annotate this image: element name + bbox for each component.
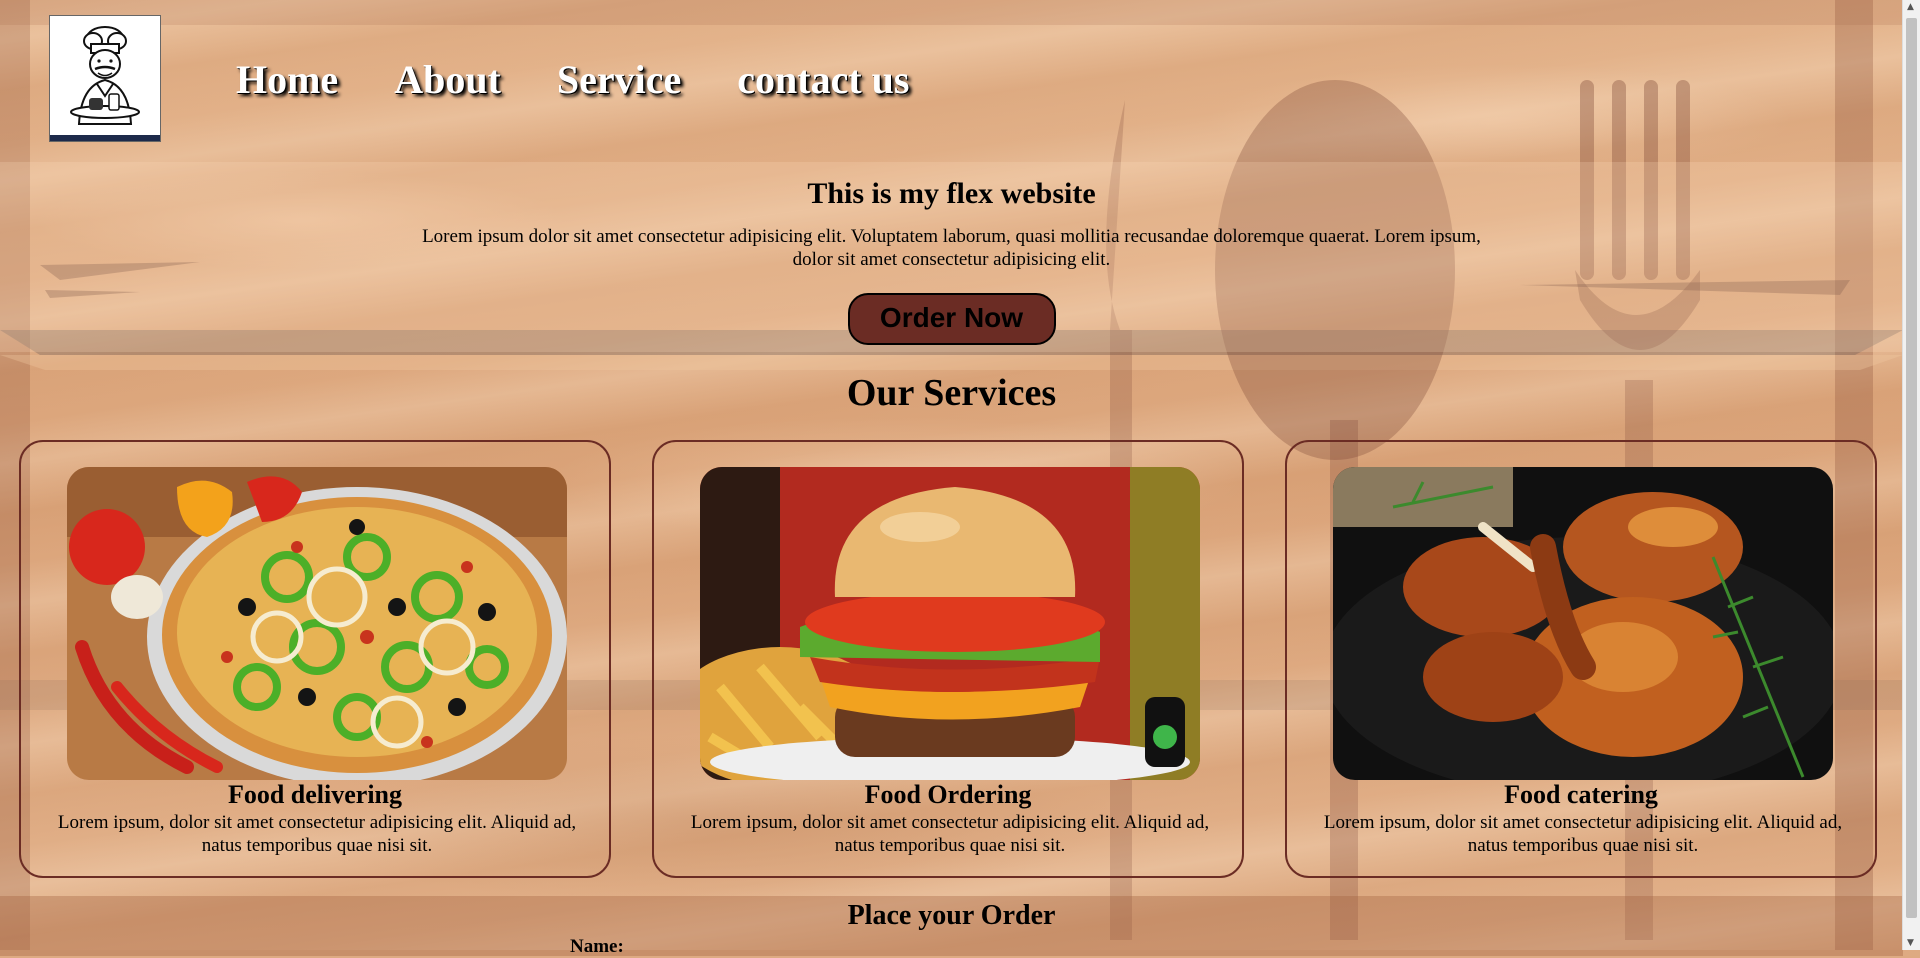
service-card-catering: Food catering Lorem ipsum, dolor sit ame…	[1285, 440, 1877, 878]
chicken-image-icon	[1333, 467, 1833, 780]
site-header: Home About Service contact us	[0, 0, 1903, 160]
pizza-image	[67, 467, 567, 780]
hero-title: This is my flex website	[807, 177, 1096, 210]
card-text: Lorem ipsum, dolor sit amet consectetur …	[1323, 812, 1843, 856]
card-title: Food delivering	[227, 780, 403, 809]
nav-about[interactable]: About	[394, 56, 501, 103]
nav-contact-us[interactable]: contact us	[737, 56, 909, 103]
pizza-image-icon	[67, 467, 567, 780]
logo-strip	[50, 135, 160, 141]
chicken-image	[1333, 467, 1833, 780]
main-nav: Home About Service contact us	[236, 56, 965, 103]
order-title: Place your Order	[847, 900, 1056, 931]
card-text: Lorem ipsum, dolor sit amet consectetur …	[690, 812, 1210, 856]
page-scrollbar[interactable]: ▲ ▼	[1902, 0, 1920, 950]
service-card-ordering: Food Ordering Lorem ipsum, dolor sit ame…	[652, 440, 1244, 878]
burger-image-icon	[700, 467, 1200, 780]
scroll-down-icon[interactable]: ▼	[1907, 938, 1914, 948]
name-label: Name:	[570, 936, 624, 957]
services-cards: Food delivering Lorem ipsum, dolor sit a…	[19, 440, 1881, 880]
scroll-up-icon[interactable]: ▲	[1907, 2, 1914, 12]
nav-home[interactable]: Home	[236, 56, 338, 103]
chef-logo[interactable]	[49, 15, 161, 142]
hero-text: Lorem ipsum dolor sit amet consectetur a…	[422, 226, 1481, 270]
burger-image	[700, 467, 1200, 780]
card-title: Food catering	[1504, 780, 1658, 809]
card-text: Lorem ipsum, dolor sit amet consectetur …	[57, 812, 577, 856]
scrollbar-thumb[interactable]	[1906, 18, 1917, 918]
order-now-button[interactable]: Order Now	[847, 293, 1056, 345]
hero-section: This is my flex website Lorem ipsum dolo…	[0, 175, 1903, 345]
chef-logo-icon	[70, 25, 140, 125]
nav-service[interactable]: Service	[557, 56, 681, 103]
services-title: Our Services	[846, 372, 1057, 414]
service-card-delivering: Food delivering Lorem ipsum, dolor sit a…	[19, 440, 611, 878]
card-title: Food Ordering	[864, 780, 1032, 809]
